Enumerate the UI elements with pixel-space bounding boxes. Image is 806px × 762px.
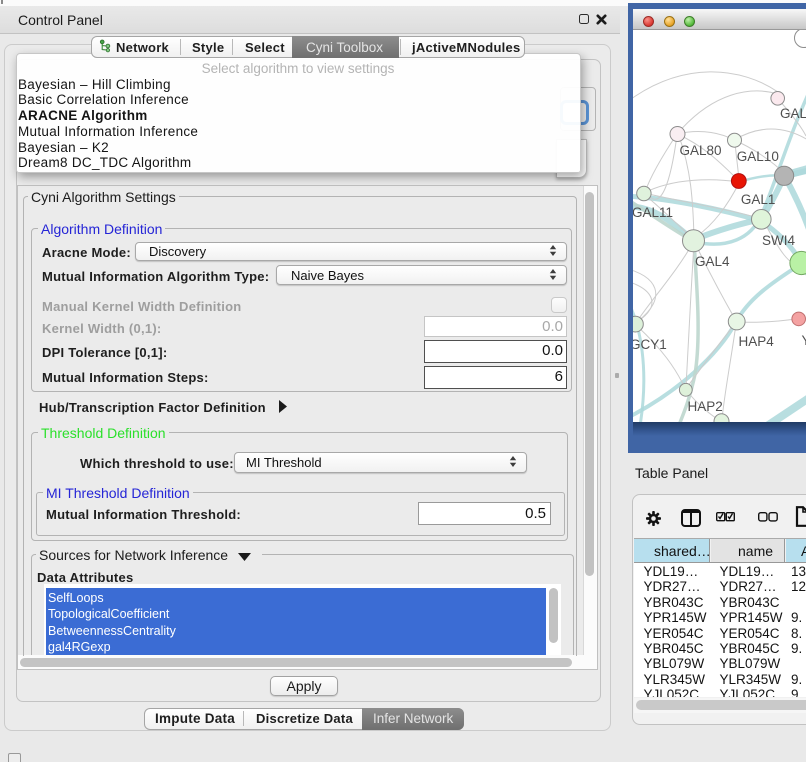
svg-text:GAL11: GAL11 xyxy=(633,205,673,220)
svg-text:GAL80: GAL80 xyxy=(680,143,722,158)
svg-text:Y: Y xyxy=(802,333,806,348)
svg-text:GCY1: GCY1 xyxy=(633,337,667,352)
svg-text:HAP2: HAP2 xyxy=(688,399,723,414)
svg-text:GAL1: GAL1 xyxy=(741,192,776,207)
svg-text:GAL8: GAL8 xyxy=(780,106,806,121)
svg-text:GAL4: GAL4 xyxy=(695,254,730,269)
svg-text:GAL10: GAL10 xyxy=(737,149,779,164)
svg-text:HAP4: HAP4 xyxy=(739,334,775,349)
svg-text:SWI4: SWI4 xyxy=(762,233,795,248)
